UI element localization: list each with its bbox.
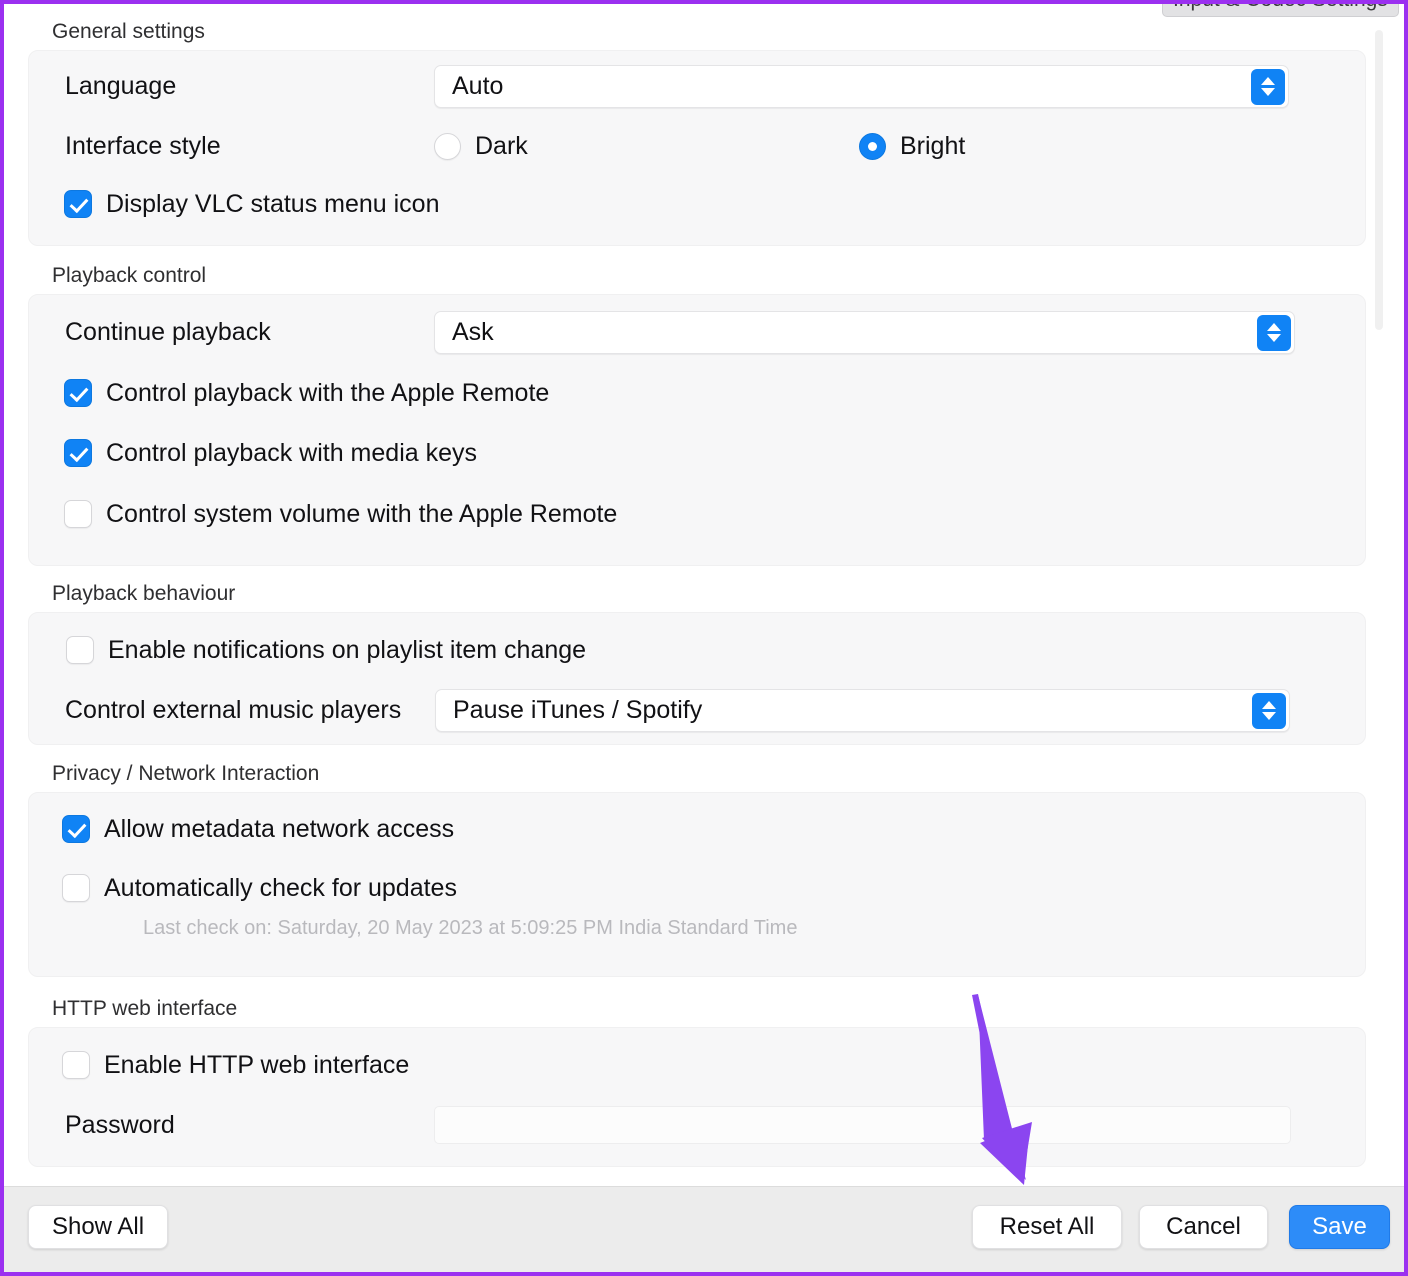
checkbox-indicator[interactable] bbox=[62, 874, 90, 902]
preferences-window: Input & Codec Settings General settings … bbox=[4, 0, 1404, 1276]
checkbox-indicator[interactable] bbox=[64, 439, 92, 467]
external-players-value: Pause iTunes / Spotify bbox=[453, 695, 703, 724]
checkbox-enable-http-web-interface[interactable]: Enable HTTP web interface bbox=[29, 1028, 1365, 1096]
checkbox-label: Control system volume with the Apple Rem… bbox=[106, 499, 618, 528]
radio-bright-label: Bright bbox=[900, 131, 966, 160]
row-password: Password bbox=[29, 1096, 1365, 1154]
password-label: Password bbox=[65, 1110, 175, 1139]
checkbox-automatically-check-for-updates[interactable]: Automatically check for updates bbox=[29, 859, 1365, 917]
save-button[interactable]: Save bbox=[1289, 1205, 1390, 1249]
checkbox-display-vlc-status-menu-icon[interactable]: Display VLC status menu icon bbox=[29, 175, 1365, 233]
input-codec-settings-tooltip: Input & Codec Settings bbox=[1162, 0, 1399, 17]
row-language: Language Auto bbox=[29, 51, 1365, 117]
checkbox-label: Control playback with the Apple Remote bbox=[106, 378, 550, 407]
checkbox-indicator[interactable] bbox=[64, 500, 92, 528]
checkbox-enable-notifications[interactable]: Enable notifications on playlist item ch… bbox=[29, 613, 1365, 681]
checkbox-indicator[interactable] bbox=[62, 1051, 90, 1079]
row-interface-style: Interface style Dark Bright bbox=[29, 117, 1365, 175]
checkbox-indicator[interactable] bbox=[66, 636, 94, 664]
section-title-playback-control: Playback control bbox=[52, 264, 207, 287]
checkbox-label: Enable HTTP web interface bbox=[104, 1050, 410, 1079]
section-title-general-settings: General settings bbox=[52, 20, 205, 43]
section-title-privacy-network-interaction: Privacy / Network Interaction bbox=[52, 762, 320, 785]
checkbox-label: Automatically check for updates bbox=[104, 873, 457, 902]
reset-all-button[interactable]: Reset All bbox=[972, 1205, 1122, 1249]
group-http-web-interface: Enable HTTP web interface Password bbox=[28, 1027, 1366, 1167]
interface-style-label: Interface style bbox=[65, 131, 221, 160]
section-title-playback-behaviour: Playback behaviour bbox=[52, 582, 236, 605]
checkbox-label: Enable notifications on playlist item ch… bbox=[108, 635, 587, 664]
checkbox-indicator[interactable] bbox=[62, 815, 90, 843]
checkbox-allow-metadata-network-access[interactable]: Allow metadata network access bbox=[29, 793, 1365, 859]
radio-dark[interactable]: Dark bbox=[434, 132, 859, 161]
row-continue-playback: Continue playback Ask bbox=[29, 295, 1365, 363]
continue-playback-value: Ask bbox=[452, 317, 494, 346]
last-update-check-text: Last check on: Saturday, 20 May 2023 at … bbox=[143, 917, 798, 939]
preferences-scroll-pane[interactable]: General settings Language Auto Interface… bbox=[4, 0, 1390, 1186]
radio-bright-indicator[interactable] bbox=[859, 132, 886, 160]
group-playback-control: Continue playback Ask Control playback w… bbox=[28, 294, 1366, 566]
external-players-select[interactable]: Pause iTunes / Spotify bbox=[435, 688, 1290, 732]
chevron-updown-icon[interactable] bbox=[1251, 68, 1285, 105]
group-privacy-network: Allow metadata network access Automatica… bbox=[28, 792, 1366, 977]
language-select[interactable]: Auto bbox=[434, 64, 1289, 108]
external-players-label: Control external music players bbox=[65, 695, 402, 724]
vertical-scrollbar[interactable] bbox=[1375, 30, 1383, 1170]
checkbox-label: Display VLC status menu icon bbox=[106, 189, 440, 218]
scrollbar-thumb[interactable] bbox=[1375, 30, 1383, 330]
continue-playback-label: Continue playback bbox=[65, 317, 271, 346]
show-all-button[interactable]: Show All bbox=[28, 1205, 168, 1249]
checkbox-label: Control playback with media keys bbox=[106, 438, 477, 467]
cancel-button[interactable]: Cancel bbox=[1139, 1205, 1268, 1249]
language-label: Language bbox=[65, 71, 177, 100]
checkbox-indicator[interactable] bbox=[64, 190, 92, 218]
chevron-updown-icon[interactable] bbox=[1257, 314, 1291, 351]
section-title-http-web-interface: HTTP web interface bbox=[52, 997, 238, 1020]
radio-dark-indicator[interactable] bbox=[434, 132, 461, 160]
language-select-value: Auto bbox=[452, 71, 504, 100]
bottom-toolbar: Show All Reset All Cancel Save bbox=[4, 1186, 1404, 1272]
continue-playback-select[interactable]: Ask bbox=[434, 310, 1295, 354]
radio-dark-label: Dark bbox=[475, 131, 528, 160]
checkbox-control-system-volume-apple-remote[interactable]: Control system volume with the Apple Rem… bbox=[29, 483, 1365, 545]
checkbox-control-playback-apple-remote[interactable]: Control playback with the Apple Remote bbox=[29, 363, 1365, 423]
checkbox-label: Allow metadata network access bbox=[104, 814, 455, 843]
checkbox-indicator[interactable] bbox=[64, 379, 92, 407]
radio-bright[interactable]: Bright bbox=[859, 132, 965, 161]
group-general-settings: Language Auto Interface style Dark Brigh… bbox=[28, 50, 1366, 246]
password-input[interactable] bbox=[434, 1106, 1291, 1144]
chevron-updown-icon[interactable] bbox=[1252, 692, 1286, 729]
row-control-external-music-players: Control external music players Pause iTu… bbox=[29, 681, 1365, 739]
group-playback-behaviour: Enable notifications on playlist item ch… bbox=[28, 612, 1366, 745]
checkbox-control-playback-media-keys[interactable]: Control playback with media keys bbox=[29, 423, 1365, 483]
